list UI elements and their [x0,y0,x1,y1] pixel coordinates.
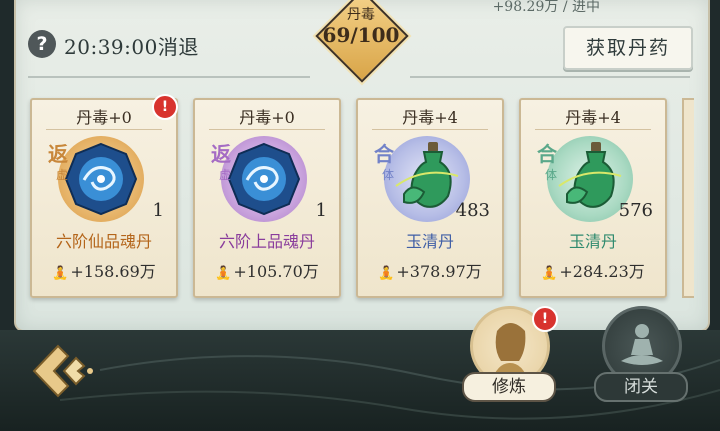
meditation-small-icon: 🧘 [52,266,69,281]
pill-count: 1 [315,200,327,221]
gain-value: +378.97万 [396,262,482,281]
poison-label: 丹毒 [347,7,375,23]
pill-icon-frame [58,136,144,222]
pill-card[interactable]: 丹毒+0 返虚 1 六阶仙品魂丹 🧘 +158.69万! [30,94,178,298]
help-icon[interactable]: ? [28,30,56,58]
card-divider [372,129,488,130]
realm-stage-label: 返 [211,142,231,166]
realm-stage-label: 合 [537,142,557,166]
meditation-small-icon: 🧘 [541,266,558,281]
pill-icon-frame [221,136,307,222]
gain-value: +284.23万 [559,262,645,281]
poison-value: 69/100 [322,23,400,47]
back-button[interactable] [28,340,98,402]
card-alert-badge: ! [152,94,178,120]
left-divider [28,76,310,78]
cultivation-gain: 🧘 +284.23万 [521,258,665,282]
clipped-stat-text: +98.29万 / 进中 [492,0,600,15]
meditation-small-icon: 🧘 [215,266,232,281]
get-pills-button[interactable]: 获取丹药 [563,26,693,70]
cultivation-gain: 🧘 +105.70万 [195,258,339,282]
pill-count: 483 [455,200,490,221]
cultivation-gain: 🧘 +378.97万 [358,258,502,282]
pill-count: 1 [152,200,164,221]
next-card-edge[interactable] [682,98,694,298]
cultivate-alert-badge: ! [532,306,558,332]
pill-card[interactable]: 丹毒+4 合体 483 玉清丹 🧘 +378.97万 [356,98,504,298]
pill-name: 六阶仙品魂丹 [55,232,152,251]
seclusion-label: 闭关 [594,372,688,402]
pill-name: 玉清丹 [568,232,617,251]
seclusion-button[interactable]: 闭关 [594,306,688,402]
realm-substage-label: 虚 [56,168,69,182]
buff-timer: 20:39:00消退 [64,35,199,59]
gain-value: +158.69万 [70,262,156,281]
realm-substage-label: 虚 [219,168,232,182]
pill-name: 六阶上品魂丹 [218,232,315,251]
card-divider [535,129,651,130]
back-arrow-icon [32,344,93,398]
toxicity-label: 丹毒+4 [402,108,458,127]
realm-substage-label: 体 [382,168,395,182]
realm-stage-label: 合 [374,142,394,166]
pill-card[interactable]: 丹毒+0 返虚 1 六阶上品魂丹 🧘 +105.70万 [193,98,341,298]
realm-substage-label: 体 [545,168,558,182]
toxicity-label: 丹毒+0 [239,108,295,127]
gain-value: +105.70万 [233,262,319,281]
poison-meter: 丹毒 69/100 [315,0,409,83]
cultivation-gain: 🧘 +158.69万 [32,258,176,282]
meditation-small-icon: 🧘 [378,266,395,281]
cultivate-label: 修炼 [462,372,556,402]
soul-pill-icon [227,142,301,216]
card-divider [209,129,325,130]
realm-stage-label: 返 [48,142,68,166]
pill-card[interactable]: 丹毒+4 合体 576 玉清丹 🧘 +284.23万 [519,98,667,298]
soul-pill-icon [64,142,138,216]
toxicity-label: 丹毒+4 [565,108,621,127]
pill-name: 玉清丹 [405,232,454,251]
card-divider [46,129,162,130]
pill-count: 576 [618,200,653,221]
cultivate-button[interactable]: 修炼 ! [462,306,558,402]
right-divider [410,76,690,78]
